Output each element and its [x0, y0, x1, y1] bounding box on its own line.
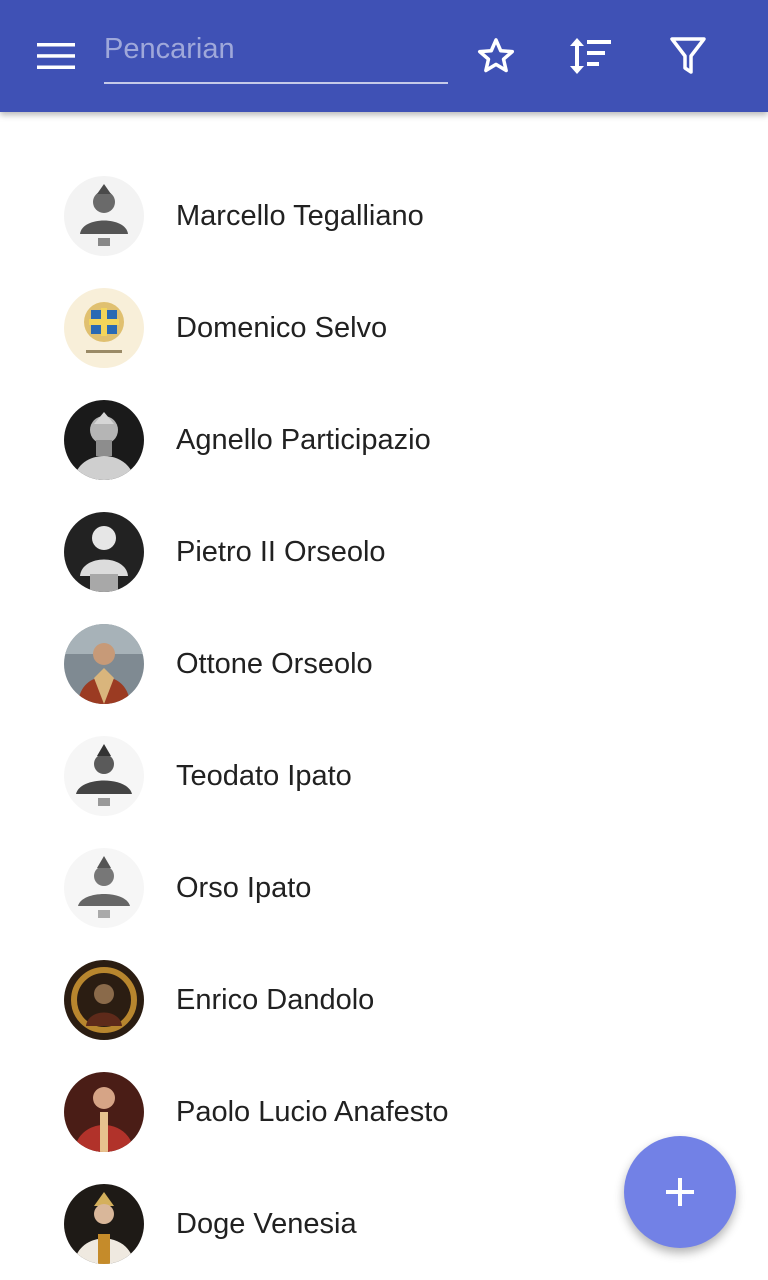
app-toolbar: [0, 0, 768, 112]
plus-icon: [666, 1178, 694, 1206]
list-item-name: Agnello Participazio: [176, 424, 431, 456]
avatar: [64, 736, 144, 816]
search-field[interactable]: [104, 26, 448, 84]
filter-icon: [670, 37, 706, 74]
avatar: [64, 624, 144, 704]
list-item[interactable]: Orso Ipato: [0, 832, 768, 944]
list-item[interactable]: Agnello Participazio: [0, 384, 768, 496]
list-item[interactable]: Pietro II Orseolo: [0, 496, 768, 608]
list-item-name: Orso Ipato: [176, 872, 312, 904]
list-item[interactable]: Ottone Orseolo: [0, 608, 768, 720]
avatar: [64, 1072, 144, 1152]
avatar: [64, 512, 144, 592]
favorite-button[interactable]: [460, 20, 532, 92]
list-item-name: Domenico Selvo: [176, 312, 388, 344]
list-item-name: Marcello Tegalliano: [176, 200, 424, 232]
list-item-name: Doge Venesia: [176, 1208, 357, 1240]
list-item-name: Pietro II Orseolo: [176, 536, 386, 568]
list-item-name: Ottone Orseolo: [176, 648, 373, 680]
avatar: [64, 288, 144, 368]
sort-button[interactable]: [555, 20, 627, 92]
sort-icon: [570, 38, 611, 74]
add-button[interactable]: [624, 1136, 736, 1248]
list-item-name: Teodato Ipato: [176, 760, 352, 792]
avatar: [64, 176, 144, 256]
avatar: [64, 960, 144, 1040]
list-item-name: Paolo Lucio Anafesto: [176, 1096, 449, 1128]
list-item[interactable]: Enrico Dandolo: [0, 944, 768, 1056]
list-item[interactable]: Marcello Tegalliano: [0, 160, 768, 272]
search-input[interactable]: [104, 26, 448, 72]
avatar: [64, 848, 144, 928]
list-item-name: Enrico Dandolo: [176, 984, 375, 1016]
avatar: [64, 1184, 144, 1264]
doge-list: Marcello Tegalliano Domenico Selvo Agnel…: [0, 160, 768, 1280]
menu-button[interactable]: [20, 20, 92, 92]
avatar: [64, 400, 144, 480]
list-item[interactable]: Domenico Selvo: [0, 272, 768, 384]
list-item[interactable]: Teodato Ipato: [0, 720, 768, 832]
filter-button[interactable]: [652, 20, 724, 92]
hamburger-icon: [37, 43, 75, 69]
star-outline-icon: [477, 38, 515, 73]
